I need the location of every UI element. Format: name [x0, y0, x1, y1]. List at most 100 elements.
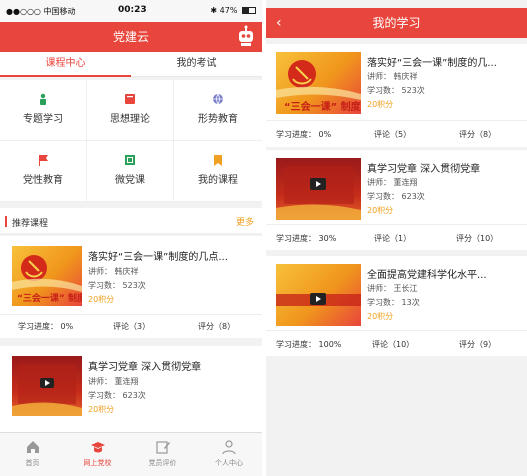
page-title: 我的学习: [372, 16, 421, 30]
course-title: 落实好“三会一课”制度的几点...: [88, 252, 228, 263]
graduation-cap-icon: [90, 442, 105, 453]
nav-label: 个人中心: [215, 459, 243, 467]
my-learning-screen: ‹ 我的学习 “三会一课” 制度 落实好“三会一课”制度的几... 讲师： 韩庆…: [266, 0, 527, 476]
category-ideology-theory[interactable]: 思想理论: [87, 80, 174, 141]
course-thumbnail: “三会一课” 制度: [12, 246, 82, 306]
comments-text[interactable]: 评论（1）: [374, 233, 411, 244]
course-stats: 学习进度： 0% 评论（5） 评分（8）: [266, 120, 527, 147]
bottom-navigation: 首页 网上党校 党员评价 个人中心: [0, 432, 262, 476]
category-label: 思想理论: [110, 114, 150, 125]
video-thumbnail-graphic: [12, 364, 82, 416]
course-title: 落实好“三会一课”制度的几...: [367, 58, 497, 69]
more-link[interactable]: 更多: [236, 215, 254, 228]
edit-icon: [155, 441, 170, 454]
status-bar: ●●○○○ 中国移动 00:23 ✱ 47%: [0, 0, 262, 22]
nav-member-evaluation[interactable]: 党员评价: [130, 433, 195, 476]
progress-text: 学习进度： 0%: [18, 322, 74, 331]
battery-icon: [242, 7, 256, 14]
rating-text[interactable]: 评分（8）: [198, 321, 235, 332]
comments-text[interactable]: 评论（5）: [374, 129, 411, 140]
home-icon: [26, 441, 39, 453]
tab-bar: 课程中心 我的考试: [0, 52, 262, 77]
section-accent-bar: [5, 216, 7, 227]
category-label: 党性教育: [23, 175, 63, 186]
thumbnail-caption: “三会一课” 制度: [284, 102, 361, 113]
course-title: 真学习党章 深入贯彻党章: [88, 362, 202, 373]
course-thumbnail: “三会一课” 制度: [276, 52, 361, 114]
nav-label: 党员评价: [148, 459, 177, 467]
nav-label: 网上党校: [83, 459, 112, 467]
course-learners: 学习数： 623次: [367, 192, 425, 201]
nav-home[interactable]: 首页: [0, 433, 65, 476]
course-learners: 学习数： 13次: [367, 298, 420, 307]
comments-text[interactable]: 评论（10）: [372, 339, 414, 350]
robot-assistant-icon[interactable]: [236, 25, 256, 47]
category-micro-lesson[interactable]: 微党课: [87, 141, 174, 202]
course-card[interactable]: “三会一课” 制度 落实好“三会一课”制度的几... 讲师： 韩庆祥 学习数： …: [266, 44, 527, 147]
category-label: 我的课程: [198, 175, 238, 186]
globe-icon: [213, 93, 223, 105]
back-icon[interactable]: ‹: [276, 8, 282, 38]
course-stats: 学习进度： 30% 评论（1） 评分（10）: [266, 224, 527, 250]
nav-personal-center[interactable]: 个人中心: [196, 433, 262, 476]
nav-label: 首页: [25, 459, 40, 467]
video-thumbnail-graphic: [276, 293, 361, 306]
category-my-courses[interactable]: 我的课程: [174, 141, 262, 202]
video-thumbnail-graphic: [276, 166, 361, 220]
progress-text: 学习进度： 0%: [276, 130, 332, 139]
course-points: 20积分: [88, 295, 115, 304]
section-title: 推荐课程: [12, 219, 49, 229]
film-icon: [125, 155, 135, 165]
clock: 00:23: [118, 5, 147, 15]
comments-text[interactable]: 评论（3）: [113, 321, 150, 332]
progress-text: 学习进度： 30%: [276, 234, 337, 243]
category-label: 专题学习: [23, 114, 63, 125]
course-card[interactable]: “三会一课” 制度 落实好“三会一课”制度的几点... 讲师： 韩庆祥 学习数：…: [0, 236, 262, 338]
course-card[interactable]: 真学习党章 深入贯彻党章 讲师： 董连翔 学习数： 623次 20积分 学习进度…: [266, 150, 527, 250]
course-thumbnail: [12, 356, 82, 416]
category-topic-study[interactable]: 专题学习: [0, 80, 87, 141]
person-icon: [40, 93, 46, 105]
rating-text[interactable]: 评分（10）: [456, 233, 498, 244]
screenshot-root: ●●○○○ 中国移动 00:23 ✱ 47% 党建云 课程中心 我的考试 专题学…: [0, 0, 527, 476]
course-learners: 学习数： 523次: [367, 86, 425, 95]
course-title: 全面提高党建科学化水平...: [367, 270, 487, 281]
bookmark-icon: [214, 155, 222, 166]
course-card[interactable]: 真学习党章 深入贯彻党章 讲师： 董连翔 学习数： 623次 20积分: [0, 346, 262, 432]
course-title: 真学习党章 深入贯彻党章: [367, 164, 481, 175]
course-learners: 学习数： 623次: [88, 391, 146, 400]
course-points: 20积分: [88, 405, 115, 414]
course-stats: 学习进度： 0% 评论（3） 评分（8）: [0, 314, 262, 338]
battery-indicator: ✱ 47%: [210, 6, 256, 15]
book-icon: [125, 94, 135, 104]
course-thumbnail: [276, 158, 361, 220]
course-card[interactable]: 全面提高党建科学化水平... 讲师： 王长江 学习数： 13次 20积分 学习进…: [266, 256, 527, 356]
category-situation-education[interactable]: 形势教育: [174, 80, 262, 141]
thumbnail-caption: “三会一课” 制度: [17, 294, 82, 304]
nav-online-school[interactable]: 网上党校: [65, 433, 130, 476]
battery-percent: 47%: [219, 6, 238, 15]
rating-text[interactable]: 评分（8）: [459, 129, 496, 140]
tab-course-center[interactable]: 课程中心: [0, 52, 131, 77]
course-points: 20积分: [367, 312, 394, 321]
course-teacher: 讲师： 韩庆祥: [367, 72, 418, 81]
carrier-label: ●●○○○ 中国移动: [6, 7, 76, 16]
category-party-spirit[interactable]: 党性教育: [0, 141, 87, 202]
tab-my-exams[interactable]: 我的考试: [131, 52, 262, 77]
course-teacher: 讲师： 韩庆祥: [88, 267, 139, 276]
course-center-screen: ●●○○○ 中国移动 00:23 ✱ 47% 党建云 课程中心 我的考试 专题学…: [0, 0, 262, 476]
category-label: 微党课: [115, 175, 145, 186]
course-points: 20积分: [367, 100, 394, 109]
bluetooth-icon: ✱: [210, 6, 218, 15]
progress-text: 学习进度： 100%: [276, 340, 342, 349]
course-points: 20积分: [367, 206, 394, 215]
course-stats: 学习进度： 100% 评论（10） 评分（9）: [266, 330, 527, 356]
app-title: 党建云: [112, 30, 149, 44]
flag-icon: [39, 155, 48, 166]
user-icon: [222, 440, 236, 455]
course-thumbnail: [276, 264, 361, 326]
course-teacher: 讲师： 董连翔: [367, 178, 418, 187]
course-learners: 学习数： 523次: [88, 281, 146, 290]
app-bar: 党建云: [0, 22, 262, 52]
rating-text[interactable]: 评分（9）: [459, 339, 496, 350]
